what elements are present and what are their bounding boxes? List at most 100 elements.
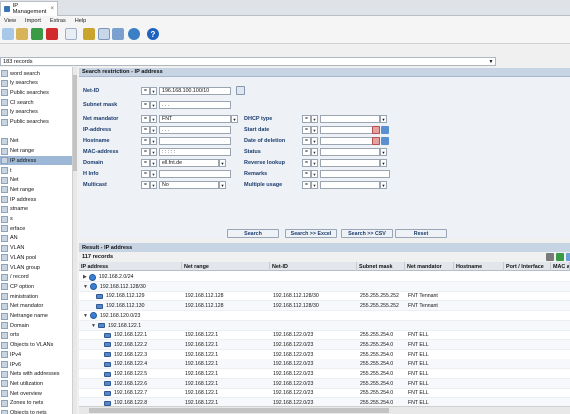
table-row[interactable]: 192.168.122.7 192.168.122.1 192.168.122.0/… xyxy=(79,388,570,399)
operator-date-of-deletion[interactable]: = xyxy=(302,137,311,145)
column-header[interactable]: Hostname xyxy=(454,262,504,271)
filter-icon[interactable] xyxy=(381,126,389,134)
expand-toggle-open-icon[interactable]: ▼ xyxy=(83,313,88,319)
operator-net-id[interactable]: = xyxy=(141,87,150,95)
export-icon[interactable] xyxy=(112,28,124,40)
sidebar-item[interactable]: Domain xyxy=(0,321,72,330)
filter-icon[interactable] xyxy=(546,253,554,261)
column-header[interactable]: IP address xyxy=(79,262,182,271)
sidebar-item[interactable]: Public searches xyxy=(0,88,72,97)
sidebar-item[interactable]: Net overview xyxy=(0,389,72,398)
sidebar-item[interactable]: IP address xyxy=(0,156,72,166)
sidebar-item[interactable]: Objects to nets xyxy=(0,409,72,414)
input-remarks[interactable] xyxy=(320,170,390,178)
filter-icon[interactable] xyxy=(381,137,389,145)
network-lookup-icon[interactable] xyxy=(236,86,245,95)
expand-toggle-closed-icon[interactable]: ▶ xyxy=(83,274,87,280)
document-icon[interactable] xyxy=(65,28,77,40)
table-row[interactable]: 192.168.122.1 192.168.122.1 192.168.122.0/… xyxy=(79,330,570,341)
operator-status[interactable]: = xyxy=(302,148,311,156)
clean-icon[interactable] xyxy=(83,28,95,40)
column-header[interactable]: Subnet mask xyxy=(357,262,405,271)
sidebar-item[interactable]: CI search xyxy=(0,98,72,107)
chevron-down-icon[interactable]: ▼ xyxy=(487,58,495,65)
column-header[interactable]: Net range xyxy=(182,262,270,271)
calendar-icon[interactable] xyxy=(372,137,380,145)
sidebar-item[interactable]: Zones to nets xyxy=(0,399,72,408)
input-h-info[interactable] xyxy=(159,170,231,178)
sidebar-item[interactable]: / record xyxy=(0,273,72,282)
table-row[interactable]: ▼ 192.168.120.0/23 xyxy=(79,311,570,321)
sidebar-item[interactable]: Objects to VLANs xyxy=(0,341,72,350)
chevron-down-icon[interactable]: ▼ xyxy=(150,181,157,189)
sidebar-item[interactable]: stname xyxy=(0,205,72,214)
chevron-down-icon[interactable]: ▼ xyxy=(219,159,226,167)
table-row[interactable]: 192.168.122.2 192.168.122.1 192.168.122.0/… xyxy=(79,339,570,350)
table-row[interactable]: ▼ 192.168.112.128/30 xyxy=(79,281,570,292)
input-net-id[interactable]: 196.168.100.100/10 xyxy=(159,87,231,95)
chevron-down-icon[interactable]: ▼ xyxy=(311,126,318,134)
chevron-down-icon[interactable]: ▼ xyxy=(150,137,157,145)
operator-mac-address[interactable]: = xyxy=(141,148,150,156)
sidebar-item[interactable]: Net range xyxy=(0,185,72,194)
input-ip-address[interactable]: . . . xyxy=(159,126,231,134)
sidebar-item[interactable]: orts xyxy=(0,331,72,340)
expand-toggle-open-icon[interactable]: ▼ xyxy=(91,323,96,329)
export-excel-icon[interactable] xyxy=(556,253,564,261)
table-row[interactable]: ▼ 192.168.122.1 xyxy=(79,320,570,331)
input-multicast[interactable]: No xyxy=(159,181,219,189)
input-subnet-mask[interactable]: . . . xyxy=(159,101,231,109)
operator-ip-address[interactable]: = xyxy=(141,126,150,134)
chevron-down-icon[interactable]: ▼ xyxy=(311,115,318,123)
chevron-down-icon[interactable]: ▼ xyxy=(150,87,157,95)
sidebar-item[interactable]: VLAN pool xyxy=(0,253,72,262)
input-dhcp-type[interactable] xyxy=(320,115,380,123)
sidebar-item[interactable]: IPv6 xyxy=(0,360,72,369)
column-header[interactable]: Net-ID xyxy=(270,262,357,271)
sidebar-item[interactable]: IPv4 xyxy=(0,350,72,359)
table-row[interactable]: 192.168.112.130 192.168.112.128 192.168.11… xyxy=(79,301,570,312)
input-start-date[interactable] xyxy=(320,126,380,134)
button-search-csv[interactable]: Search >> CSV xyxy=(341,229,393,238)
operator-multicast[interactable]: = xyxy=(141,181,150,189)
edit-icon[interactable] xyxy=(31,28,43,40)
button-reset[interactable]: Reset xyxy=(395,229,447,238)
operator-dhcp-type[interactable]: = xyxy=(302,115,311,123)
sidebar-item[interactable]: ly searches xyxy=(0,108,72,117)
table-row[interactable]: 192.168.122.4 192.168.122.1 192.168.122.0/… xyxy=(79,359,570,370)
chevron-down-icon[interactable]: ▼ xyxy=(311,148,318,156)
table-row[interactable]: 192.168.112.129 192.168.112.128 192.168.11… xyxy=(79,291,570,302)
operator-h-info[interactable]: = xyxy=(141,170,150,178)
records-selector[interactable]: 183 records ▼ xyxy=(0,57,496,66)
sidebar-item[interactable]: Net xyxy=(0,137,72,146)
input-domain[interactable]: ell.fnt.de xyxy=(159,159,219,167)
sidebar-item[interactable]: word search xyxy=(0,69,72,78)
operator-remarks[interactable]: = xyxy=(302,170,311,178)
column-header[interactable]: Port / Interface xyxy=(504,262,551,271)
settings-icon[interactable] xyxy=(566,253,570,261)
sidebar-item[interactable]: Net xyxy=(0,176,72,185)
horizontal-scrollbar[interactable] xyxy=(79,406,570,414)
input-hostname[interactable] xyxy=(159,137,231,145)
table-row[interactable]: 192.168.122.6 192.168.122.1 192.168.122.0/… xyxy=(79,378,570,389)
input-date-of-deletion[interactable] xyxy=(320,137,380,145)
menu-import[interactable]: Import xyxy=(25,18,41,24)
chevron-down-icon[interactable]: ▼ xyxy=(231,115,238,123)
calendar-icon[interactable] xyxy=(372,126,380,134)
button-search-excel[interactable]: Search >> Excel xyxy=(285,229,337,238)
input-multiple-usage[interactable] xyxy=(320,181,380,189)
help-icon[interactable]: ? xyxy=(147,28,159,40)
chevron-down-icon[interactable]: ▼ xyxy=(219,181,226,189)
operator-start-date[interactable]: = xyxy=(302,126,311,134)
table-row[interactable]: 192.168.122.3 192.168.122.1 192.168.122.0/… xyxy=(79,350,570,360)
operator-multiple-usage[interactable]: = xyxy=(302,181,311,189)
operator-subnet-mask[interactable]: = xyxy=(141,101,150,109)
sidebar-item[interactable]: erface xyxy=(0,224,72,233)
operator-net-mandator[interactable]: = xyxy=(141,115,150,123)
sidebar-item[interactable]: VLAN xyxy=(0,244,72,253)
sidebar-item[interactable]: ly searches xyxy=(0,79,72,88)
sidebar-item[interactable] xyxy=(0,127,72,136)
operator-domain[interactable]: = xyxy=(141,159,150,167)
sidebar-item[interactable]: Net utilization xyxy=(0,379,72,388)
operator-hostname[interactable]: = xyxy=(141,137,150,145)
